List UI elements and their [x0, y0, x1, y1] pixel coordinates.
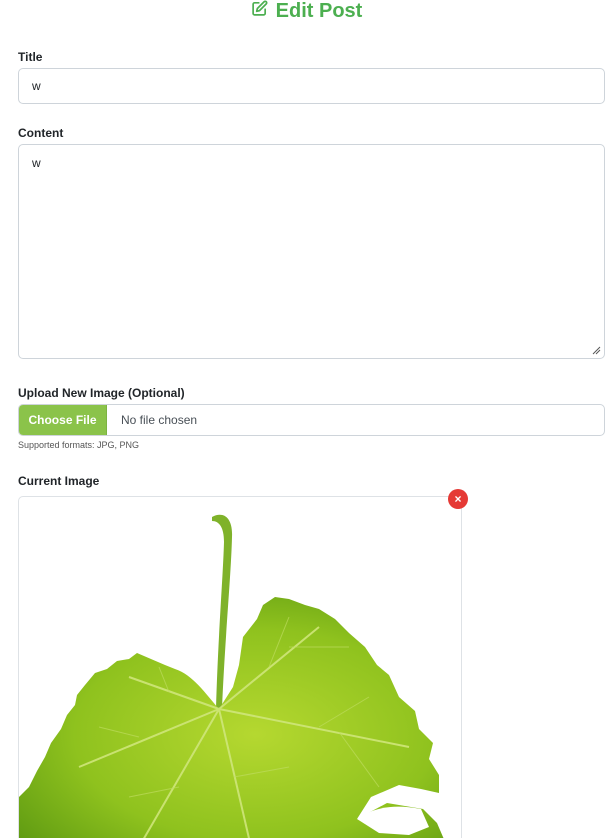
- content-label: Content: [18, 126, 64, 140]
- content-textarea-value: w: [32, 156, 41, 170]
- remove-image-button[interactable]: ×: [448, 489, 468, 509]
- choose-file-button[interactable]: Choose File: [19, 405, 107, 435]
- current-image-preview: [18, 496, 462, 838]
- supported-formats-hint: Supported formats: JPG, PNG: [18, 440, 140, 450]
- current-image-label: Current Image: [18, 474, 100, 488]
- page-title: Edit Post: [0, 0, 613, 22]
- edit-icon: [251, 0, 268, 23]
- leaf-image: [19, 514, 444, 838]
- file-status-text: No file chosen: [121, 413, 198, 427]
- image-file-input[interactable]: Choose File No file chosen: [18, 404, 605, 436]
- resize-handle-icon[interactable]: [592, 346, 601, 355]
- title-input[interactable]: w: [18, 68, 605, 104]
- title-label: Title: [18, 50, 43, 64]
- content-textarea[interactable]: w: [18, 144, 605, 359]
- title-input-value: w: [32, 79, 41, 93]
- edit-post-page: Edit Post Title w Content w Upload New I…: [0, 0, 613, 838]
- page-title-text: Edit Post: [275, 0, 363, 22]
- upload-label: Upload New Image (Optional): [18, 386, 185, 400]
